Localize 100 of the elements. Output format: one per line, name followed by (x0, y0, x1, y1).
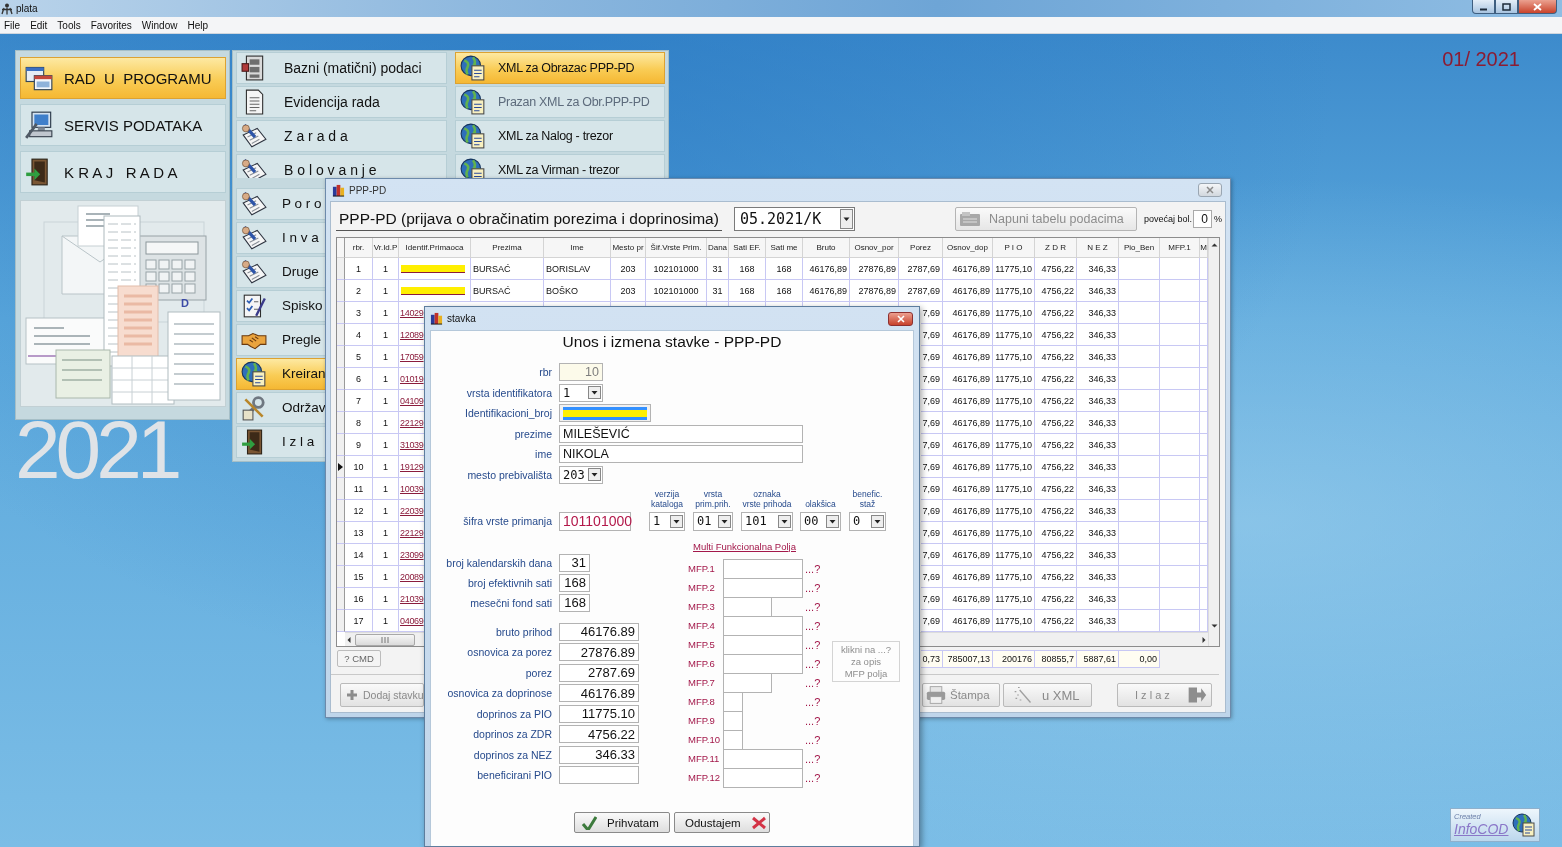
module-menu-item[interactable]: I z l a (236, 426, 325, 458)
column-header[interactable]: Osnov_por (850, 238, 899, 258)
select-field[interactable]: 00 (800, 511, 841, 531)
mfp-field[interactable] (723, 615, 803, 636)
xml-menu-item[interactable]: XML za Virman - trezor (455, 154, 665, 178)
amount-field[interactable]: 27876.89 (559, 643, 639, 661)
menu-item[interactable]: Window (141, 19, 178, 31)
menu-item[interactable]: File (4, 19, 21, 31)
column-header[interactable]: Prezima (471, 238, 544, 258)
column-header[interactable]: Osnov_dop (943, 238, 993, 258)
help-link[interactable]: ...? (805, 676, 821, 689)
help-link[interactable]: ...? (805, 600, 821, 613)
column-header[interactable]: MFP.1 (1160, 238, 1200, 258)
column-header[interactable]: Sati me (766, 238, 803, 258)
module-menu-item[interactable]: B o l o v a n j e (236, 154, 447, 178)
table-cell[interactable] (399, 258, 471, 280)
mfp-field[interactable] (723, 710, 743, 731)
help-link[interactable]: ...? (805, 638, 821, 651)
mfp-field[interactable] (723, 767, 803, 788)
mfp-field[interactable] (723, 748, 803, 769)
text-field[interactable]: MILEŠEVIĆ (559, 424, 803, 443)
table-cell[interactable] (399, 280, 471, 302)
cancel-button[interactable]: Odustajem (674, 812, 770, 833)
mfp-field[interactable] (723, 653, 803, 674)
amount-field[interactable]: 46176.89 (559, 622, 639, 641)
help-link[interactable]: ...? (805, 562, 821, 575)
mfp-field[interactable] (723, 596, 772, 617)
amount-field[interactable]: 11775.10 (559, 704, 639, 723)
cmd-button[interactable]: ? CMD (337, 650, 381, 667)
amount-field[interactable]: 2787.69 (559, 663, 639, 682)
main-menu-button[interactable]: RAD U PROGRAMU (20, 57, 226, 99)
column-header[interactable]: Šif.Vrste Prim. (646, 238, 707, 258)
mfp-link[interactable]: Multi Funkcionalna Polja (693, 540, 796, 553)
help-link[interactable]: ...? (805, 714, 821, 727)
column-header[interactable]: Dana (707, 238, 729, 258)
select-field[interactable]: 0 (849, 511, 886, 531)
help-link[interactable]: ...? (805, 695, 821, 708)
amount-field[interactable]: 46176.89 (559, 684, 639, 702)
vertical-scrollbar[interactable] (1208, 238, 1219, 646)
menu-item[interactable]: Help (187, 19, 208, 31)
column-header[interactable]: P I O (993, 238, 1035, 258)
column-header[interactable]: Pio_Ben (1119, 238, 1160, 258)
module-menu-item[interactable]: Kreiran (236, 358, 325, 390)
menu-item[interactable]: Edit (30, 19, 48, 31)
minimize-button[interactable] (1472, 0, 1495, 14)
column-header[interactable]: Ime (544, 238, 611, 258)
module-menu-item[interactable]: P o r o (236, 188, 325, 220)
text-field[interactable]: NIKOLA (559, 445, 803, 463)
column-header[interactable]: Sati EF. (729, 238, 766, 258)
number-field[interactable]: 168 (559, 573, 590, 592)
mfp-field[interactable] (723, 558, 803, 579)
mfp-field[interactable] (723, 691, 743, 712)
select-field[interactable]: 01 (693, 511, 733, 531)
module-menu-item[interactable]: Z a r a d a (236, 120, 447, 152)
select-field[interactable]: 203 (559, 465, 603, 484)
number-field[interactable]: 0 (1193, 210, 1213, 228)
scrollbar-thumb[interactable] (355, 633, 415, 646)
amount-field[interactable]: 346.33 (559, 745, 639, 764)
help-link[interactable]: ...? (805, 771, 821, 784)
select-field[interactable]: 1 (559, 383, 603, 402)
number-field[interactable]: 168 (559, 593, 590, 612)
xml-menu-item[interactable]: XML za Nalog - trezor (455, 120, 665, 152)
select-field[interactable]: 101 (741, 511, 793, 531)
income-code-field[interactable]: 101101000 (559, 511, 631, 531)
menu-item[interactable]: Tools (57, 19, 81, 31)
module-menu-item[interactable]: Druge (236, 256, 325, 288)
amount-field[interactable]: 4756.22 (559, 725, 639, 743)
main-menu-button[interactable]: K R A J R A D A (20, 151, 226, 193)
column-header[interactable]: Z D R (1035, 238, 1077, 258)
column-header[interactable]: Porez (899, 238, 943, 258)
maximize-button[interactable] (1495, 0, 1518, 14)
mfp-field[interactable] (723, 577, 803, 598)
mfp-field[interactable] (723, 634, 803, 655)
row-header[interactable] (337, 456, 345, 478)
column-header[interactable]: Mesto pr (611, 238, 646, 258)
column-header[interactable]: Bruto (803, 238, 850, 258)
accept-button[interactable]: Prihvatam (574, 812, 670, 833)
period-select[interactable]: 05.2021/K (734, 207, 855, 231)
column-header[interactable]: N E Z (1077, 238, 1119, 258)
amount-field[interactable] (559, 766, 639, 784)
module-menu-item[interactable]: Spisko (236, 290, 325, 322)
column-header[interactable]: Identif.Primaoca (399, 238, 471, 258)
module-menu-item[interactable]: Bazni (matični) podaci (236, 52, 447, 84)
select-field[interactable]: 1 (649, 511, 685, 531)
close-button[interactable] (1518, 0, 1557, 14)
main-menu-button[interactable]: SERVIS PODATAKA (20, 104, 226, 146)
xml-menu-item[interactable]: XML za Obrazac PPP-PD (455, 52, 665, 84)
column-header[interactable]: Vr.Id.P (373, 238, 399, 258)
help-link[interactable]: ...? (805, 733, 821, 746)
help-link[interactable]: ...? (805, 619, 821, 632)
help-link[interactable]: ...? (805, 581, 821, 594)
help-link[interactable]: ...? (805, 752, 821, 765)
column-header[interactable]: rbr. (345, 238, 373, 258)
close-button[interactable] (888, 311, 913, 326)
module-menu-item[interactable]: Pregle (236, 324, 325, 356)
mfp-field[interactable] (723, 672, 772, 693)
help-link[interactable]: ...? (805, 657, 821, 670)
menu-item[interactable]: Favorites (90, 19, 132, 31)
mfp-field[interactable] (723, 729, 743, 750)
module-menu-item[interactable]: Evidencija rada (236, 86, 447, 118)
